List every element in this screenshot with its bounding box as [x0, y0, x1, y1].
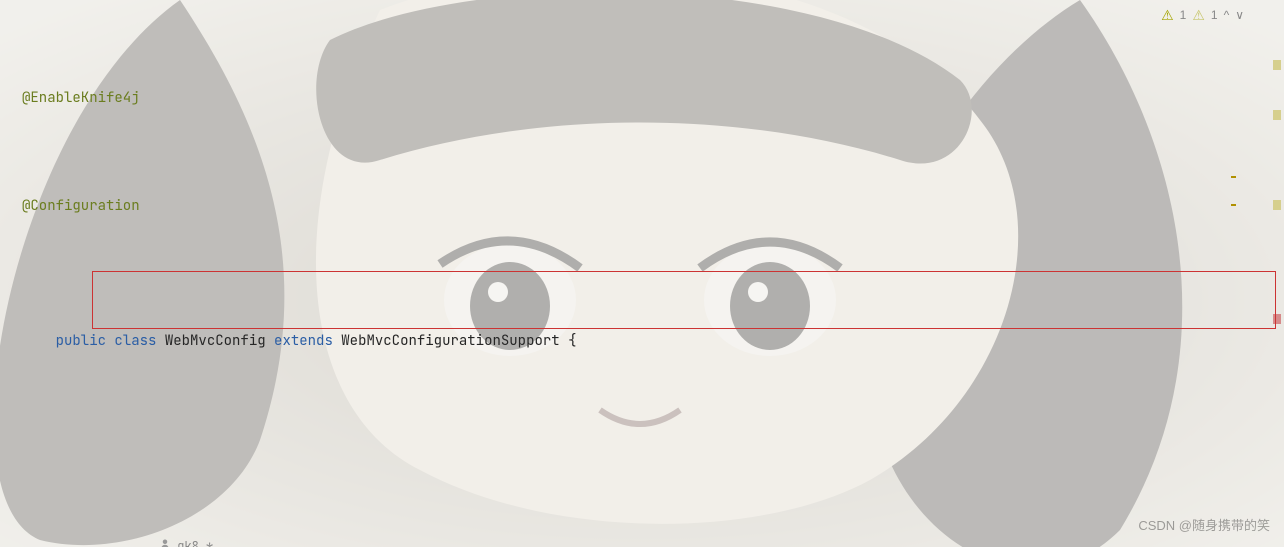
- author-inlay[interactable]: gk8 *: [96, 535, 220, 547]
- code-editor[interactable]: @EnableKnife4j @Configuration public cla…: [0, 0, 1284, 547]
- keyword: class: [114, 332, 156, 350]
- keyword: public: [56, 332, 106, 350]
- class-name: WebMvcConfig: [165, 332, 266, 350]
- super-class: WebMvcConfigurationSupport: [341, 332, 559, 350]
- brace: {: [568, 332, 576, 350]
- keyword: extends: [274, 332, 333, 350]
- annotation: @Configuration: [22, 197, 140, 215]
- annotation: @EnableKnife4j: [22, 89, 140, 107]
- person-icon: [102, 519, 172, 547]
- author-name: gk8 *: [177, 537, 213, 547]
